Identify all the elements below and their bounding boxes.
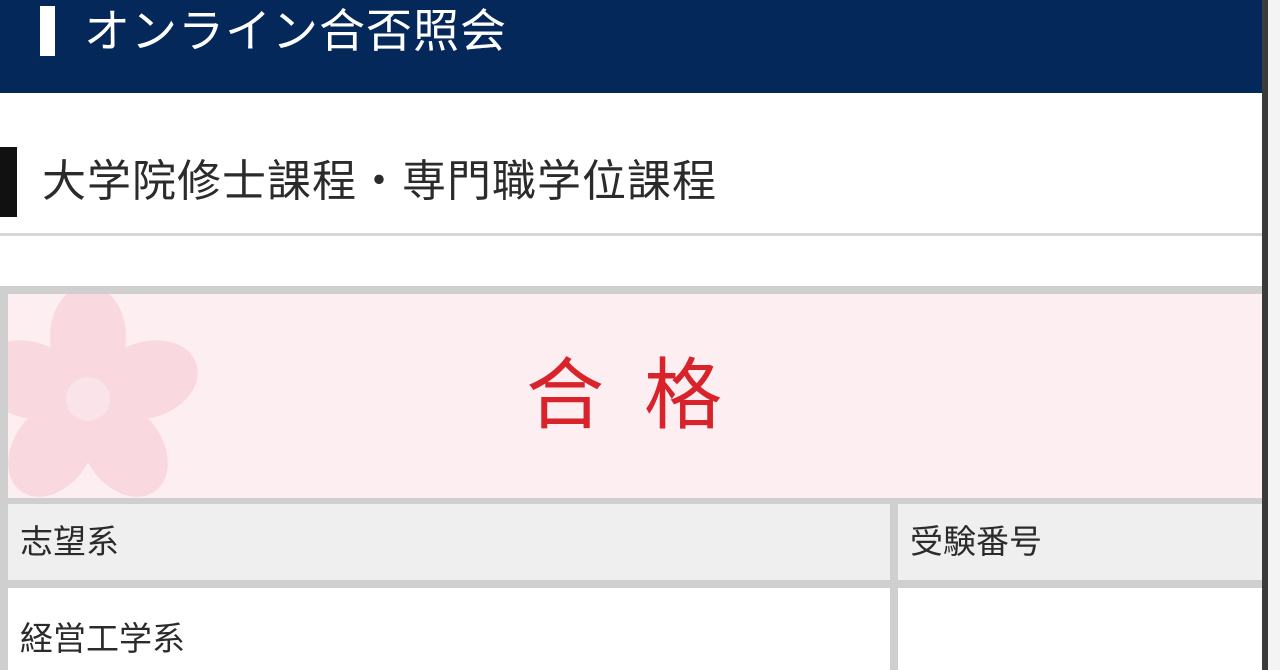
table-header-department: 志望系 xyxy=(8,504,890,580)
section-accent-bar xyxy=(0,147,17,217)
page-header: オンライン合否照会 xyxy=(0,0,1280,93)
table-cell-exam-number xyxy=(898,588,1262,670)
section-heading: 大学院修士課程・専門職学位課程 xyxy=(0,93,1262,236)
result-banner: 合格 xyxy=(8,294,1262,498)
result-table: 志望系 受験番号 経営工学系 xyxy=(8,504,1262,670)
section-title: 大学院修士課程・専門職学位課程 xyxy=(42,156,717,207)
header-accent-bar xyxy=(40,6,55,56)
page: オンライン合否照会 大学院修士課程・専門職学位課程 合格 志望系 受験番号 経営… xyxy=(0,0,1280,670)
result-label: 合格 xyxy=(525,351,762,441)
header-title: オンライン合否照会 xyxy=(84,4,507,58)
table-cell-department: 経営工学系 xyxy=(8,588,890,670)
table-header-exam-number: 受験番号 xyxy=(898,504,1262,580)
scrollbar-track[interactable] xyxy=(1268,0,1280,670)
result-panel: 合格 志望系 受験番号 経営工学系 xyxy=(0,286,1262,670)
